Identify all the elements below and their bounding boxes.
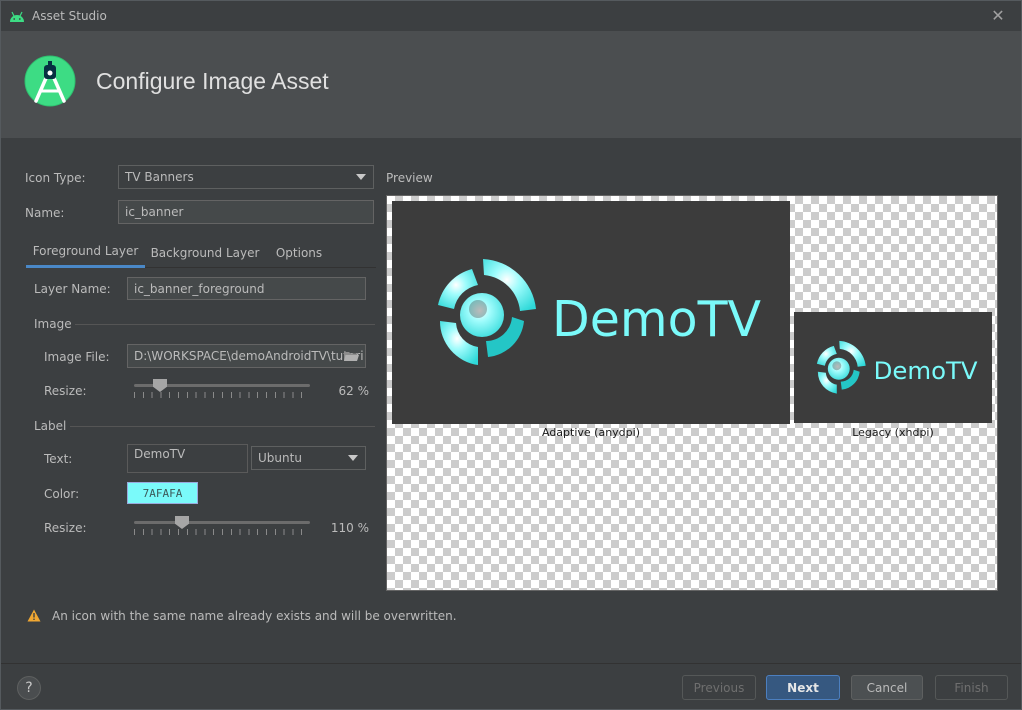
- layer-name-field[interactable]: ic_banner_foreground: [127, 277, 366, 300]
- text-label: Text:: [44, 452, 73, 466]
- layer-name-label: Layer Name:: [34, 282, 111, 296]
- adaptive-caption: Adaptive (anydpi): [541, 426, 640, 439]
- label-text-field[interactable]: DemoTV: [127, 444, 248, 473]
- tab-options[interactable]: Options: [269, 237, 329, 268]
- label-resize-label: Resize:: [44, 521, 87, 535]
- slider-track: [134, 521, 310, 524]
- chevron-down-icon: [356, 174, 366, 180]
- image-file-field[interactable]: D:\WORKSPACE\demoAndroidTV\tutori: [127, 344, 366, 368]
- footer-divider: [1, 663, 1021, 664]
- image-section-divider: [75, 324, 375, 325]
- wizard-header: Configure Image Asset: [1, 31, 1021, 138]
- image-file-path: D:\WORKSPACE\demoAndroidTV\tutori: [134, 349, 364, 363]
- title-bar: Asset Studio ✕: [1, 1, 1021, 31]
- image-section-title: Image: [34, 317, 72, 331]
- page-title: Configure Image Asset: [96, 68, 329, 94]
- overwrite-warning: An icon with the same name already exist…: [52, 609, 457, 623]
- banner-text: DemoTV: [874, 356, 978, 385]
- label-resize-slider[interactable]: [134, 515, 310, 537]
- preview-panel: DemoTV Adaptive (anydpi) DemoTV Legacy (…: [386, 195, 998, 591]
- name-label: Name:: [25, 206, 65, 220]
- folder-icon[interactable]: [344, 351, 359, 362]
- label-section-title: Label: [34, 419, 67, 433]
- cancel-button[interactable]: Cancel: [851, 675, 923, 700]
- icon-type-label: Icon Type:: [25, 171, 86, 185]
- adaptive-banner-preview: DemoTV: [392, 201, 790, 424]
- banner-text: DemoTV: [552, 291, 762, 348]
- slider-thumb[interactable]: [153, 379, 167, 392]
- color-label: Color:: [44, 487, 80, 501]
- label-resize-value: 110 %: [330, 521, 369, 535]
- layer-tabs: Foreground Layer Background Layer Option…: [26, 237, 376, 268]
- chevron-down-icon: [348, 455, 358, 461]
- name-field[interactable]: ic_banner: [118, 200, 374, 224]
- banner-logo-icon: DemoTV: [438, 259, 762, 365]
- image-file-label: Image File:: [44, 350, 110, 364]
- icon-type-value: TV Banners: [125, 170, 194, 184]
- font-dropdown[interactable]: Ubuntu: [251, 446, 366, 470]
- tab-background-layer[interactable]: Background Layer: [147, 237, 263, 268]
- android-studio-logo: [24, 55, 76, 107]
- image-resize-value: 62 %: [338, 384, 370, 398]
- finish-button[interactable]: Finish: [935, 675, 1008, 700]
- close-icon[interactable]: ✕: [989, 7, 1007, 25]
- preview-title: Preview: [386, 171, 433, 185]
- help-button[interactable]: ?: [17, 676, 41, 700]
- label-section-divider: [70, 426, 375, 427]
- color-swatch-button[interactable]: 7AFAFA: [127, 482, 198, 504]
- android-icon: [10, 11, 24, 22]
- slider-thumb[interactable]: [175, 516, 189, 529]
- image-resize-label: Resize:: [44, 384, 87, 398]
- legacy-banner-preview: DemoTV: [794, 312, 992, 423]
- next-button[interactable]: Next: [766, 675, 840, 700]
- previous-button[interactable]: Previous: [682, 675, 756, 700]
- image-resize-slider[interactable]: [134, 378, 310, 400]
- tab-foreground-layer[interactable]: Foreground Layer: [26, 237, 145, 268]
- asset-studio-window: Asset Studio ✕ Configure Image Asset Ico…: [0, 0, 1022, 710]
- banner-logo-icon: DemoTV: [816, 340, 978, 394]
- slider-ticks: [134, 529, 310, 535]
- slider-ticks: [134, 392, 310, 398]
- warning-icon: [27, 609, 41, 622]
- icon-type-dropdown[interactable]: TV Banners: [118, 165, 374, 189]
- legacy-caption: Legacy (xhdpi): [852, 426, 934, 439]
- font-value: Ubuntu: [258, 451, 302, 465]
- window-title: Asset Studio: [32, 9, 107, 23]
